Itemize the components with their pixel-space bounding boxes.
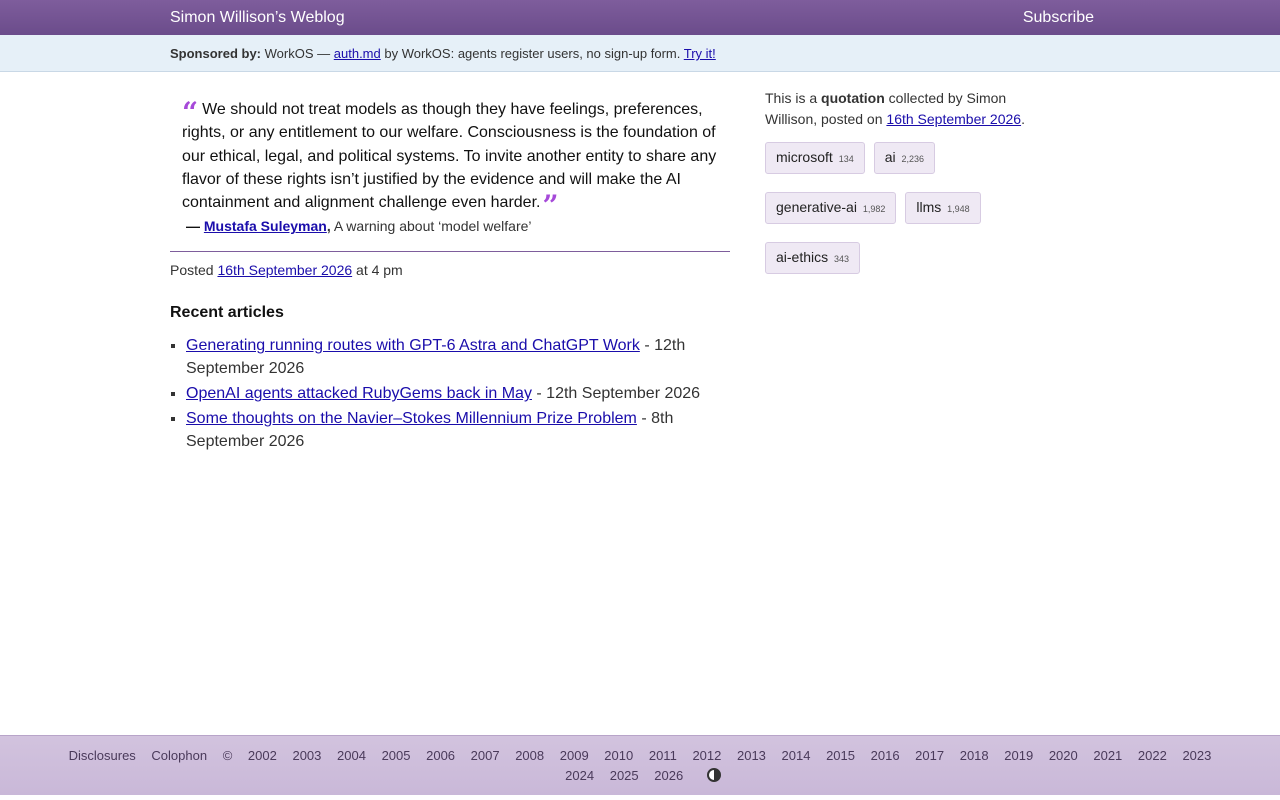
year-link-2011[interactable]: 2011 (649, 748, 677, 763)
year-link-2012[interactable]: 2012 (692, 748, 721, 763)
recent-article-link[interactable]: Some thoughts on the Navier–Stokes Mille… (186, 410, 637, 427)
sponsor-company: WorkOS — (264, 46, 331, 61)
sidebar-intro: This is a quotation collected by Simon W… (765, 88, 1045, 130)
year-link-2003[interactable]: 2003 (292, 748, 321, 763)
sponsor-link[interactable]: auth.md (334, 46, 381, 61)
list-item: Some thoughts on the Navier–Stokes Mille… (186, 407, 730, 453)
posted-suffix: at 4 pm (356, 262, 403, 279)
tag-count: 343 (834, 254, 850, 264)
year-link-2002[interactable]: 2002 (248, 748, 277, 763)
quotation-citation: — Mustafa Suleyman, A warning about ‘mod… (170, 214, 730, 236)
tag-microsoft[interactable]: microsoft 134 (765, 142, 865, 174)
recent-articles-heading: Recent articles (170, 304, 284, 322)
tag-name: generative-ai (776, 199, 857, 215)
site-title-link[interactable]: Simon Willison’s Weblog (170, 9, 345, 27)
year-link-2013[interactable]: 2013 (737, 748, 766, 763)
posted-line: Posted 16th September 2026 at 4 pm (170, 262, 730, 278)
posted-date-link[interactable]: 16th September 2026 (217, 262, 352, 278)
tag-count: 1,948 (947, 204, 970, 214)
tag-name: llms (916, 199, 942, 215)
colophon-link[interactable]: Colophon (151, 748, 207, 763)
site-footer: Disclosures Colophon © 2002 2003 2004 20… (0, 735, 1280, 795)
sidebar: This is a quotation collected by Simon W… (765, 88, 1045, 274)
tag-llms[interactable]: llms 1,948 (905, 192, 981, 224)
sponsor-text: by WorkOS: agents register users, no sig… (384, 46, 681, 61)
year-link-2026[interactable]: 2026 (654, 768, 683, 783)
footer-row-2: 2024 2025 2026 (0, 766, 1280, 786)
sidebar-date-link[interactable]: 16th September 2026 (886, 111, 1021, 127)
year-link-2020[interactable]: 2020 (1049, 748, 1078, 763)
quotation-block: “We should not treat models as though th… (170, 90, 730, 220)
intro-period: . (1021, 111, 1025, 127)
tag-count: 1,982 (862, 204, 886, 214)
year-link-2024[interactable]: 2024 (565, 768, 594, 783)
tag-count: 2,236 (901, 154, 925, 164)
year-link-2005[interactable]: 2005 (382, 748, 411, 763)
divider (170, 251, 730, 253)
list-item: Generating running routes with GPT-6 Ast… (186, 334, 730, 380)
year-link-2006[interactable]: 2006 (426, 748, 455, 763)
tag-list: microsoft 134 ai 2,236 generative-ai 1,9… (765, 142, 1005, 274)
posted-prefix: Posted (170, 262, 214, 279)
year-link-2025[interactable]: 2025 (610, 768, 639, 783)
year-link-2018[interactable]: 2018 (960, 748, 989, 763)
sponsor-bar: Sponsored by: WorkOS — auth.md by WorkOS… (0, 35, 1280, 72)
site-header: Simon Willison’s Weblog Subscribe (0, 0, 1280, 35)
citation-dash: — (186, 218, 200, 235)
citation-comma: , (326, 218, 331, 235)
author-link[interactable]: Mustafa Suleyman (204, 218, 327, 234)
subscribe-link[interactable]: Subscribe (1023, 9, 1094, 27)
sponsor-cta-link[interactable]: Try it! (684, 46, 716, 61)
tag-ai[interactable]: ai 2,236 (873, 142, 936, 174)
year-link-2019[interactable]: 2019 (1004, 748, 1033, 763)
sponsor-label: Sponsored by: (170, 46, 262, 61)
tag-name: ai-ethics (776, 249, 829, 265)
copyright-symbol: © (222, 748, 233, 763)
year-link-2017[interactable]: 2017 (915, 748, 944, 763)
intro-prefix: This is a (765, 90, 818, 106)
year-link-2007[interactable]: 2007 (471, 748, 500, 763)
intro-bold: quotation (821, 90, 885, 106)
year-link-2015[interactable]: 2015 (826, 748, 855, 763)
tag-generative-ai[interactable]: generative-ai 1,982 (765, 192, 897, 224)
footer-row-1: Disclosures Colophon © 2002 2003 2004 20… (0, 746, 1280, 766)
year-link-2023[interactable]: 2023 (1182, 748, 1211, 763)
year-link-2010[interactable]: 2010 (604, 748, 633, 763)
tag-count: 134 (838, 154, 854, 164)
year-link-2021[interactable]: 2021 (1093, 748, 1122, 763)
citation-source: A warning about ‘model welfare’ (333, 218, 532, 235)
recent-article-link[interactable]: OpenAI agents attacked RubyGems back in … (186, 385, 532, 402)
year-link-2004[interactable]: 2004 (337, 748, 366, 763)
contrast-icon[interactable] (706, 768, 721, 782)
tag-name: microsoft (776, 149, 833, 165)
year-link-2009[interactable]: 2009 (560, 748, 589, 763)
year-link-2008[interactable]: 2008 (515, 748, 544, 763)
recent-article-link[interactable]: Generating running routes with GPT-6 Ast… (186, 337, 640, 354)
recent-articles-list: Generating running routes with GPT-6 Ast… (170, 334, 730, 453)
recent-article-date: - 12th September 2026 (536, 385, 701, 403)
disclosures-link[interactable]: Disclosures (69, 748, 136, 763)
list-item: OpenAI agents attacked RubyGems back in … (186, 382, 730, 405)
year-link-2016[interactable]: 2016 (871, 748, 900, 763)
year-link-2014[interactable]: 2014 (782, 748, 811, 763)
close-quote-mark: ” (542, 189, 559, 223)
tag-name: ai (884, 149, 896, 165)
year-link-2022[interactable]: 2022 (1138, 748, 1167, 763)
main-content: “We should not treat models as though th… (170, 90, 730, 455)
tag-ai-ethics[interactable]: ai-ethics 343 (765, 242, 861, 274)
quotation-text: We should not treat models as though the… (182, 101, 717, 212)
